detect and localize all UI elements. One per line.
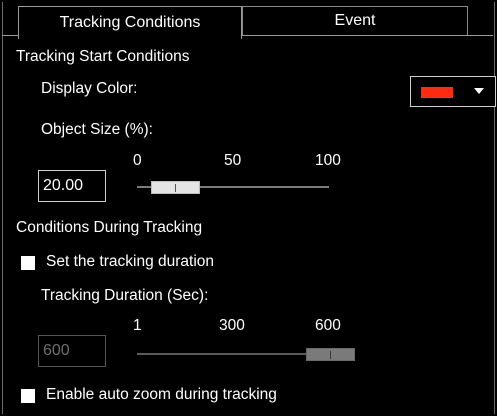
duration-label: Tracking Duration (Sec): [41, 287, 209, 304]
duration-input[interactable] [38, 335, 106, 367]
display-color-dropdown[interactable] [410, 76, 496, 107]
auto-zoom-label: Enable auto zoom during tracking [46, 386, 277, 403]
start-conditions-heading: Tracking Start Conditions [16, 48, 190, 65]
object-size-label: Object Size (%): [41, 121, 153, 138]
tab-event[interactable]: Event [242, 6, 468, 36]
chevron-down-icon [474, 88, 484, 94]
size-tick-100: 100 [315, 152, 341, 169]
during-tracking-heading: Conditions During Tracking [16, 219, 203, 236]
set-duration-checkbox[interactable] [21, 256, 35, 270]
set-duration-label: Set the tracking duration [46, 253, 215, 270]
tab-tracking-conditions-label: Tracking Conditions [59, 14, 201, 31]
size-tick-0: 0 [133, 152, 142, 169]
duration-tick-600: 600 [315, 317, 341, 334]
object-size-input[interactable] [38, 170, 106, 202]
tab-event-label: Event [334, 12, 376, 29]
duration-slider-thumb[interactable] [306, 348, 355, 361]
object-size-slider-thumb[interactable] [150, 181, 200, 194]
color-swatch [421, 87, 453, 98]
duration-tick-300: 300 [219, 317, 245, 334]
duration-tick-1: 1 [133, 317, 142, 334]
size-tick-50: 50 [224, 152, 242, 169]
display-color-label: Display Color: [41, 80, 138, 97]
auto-zoom-checkbox[interactable] [21, 389, 35, 403]
